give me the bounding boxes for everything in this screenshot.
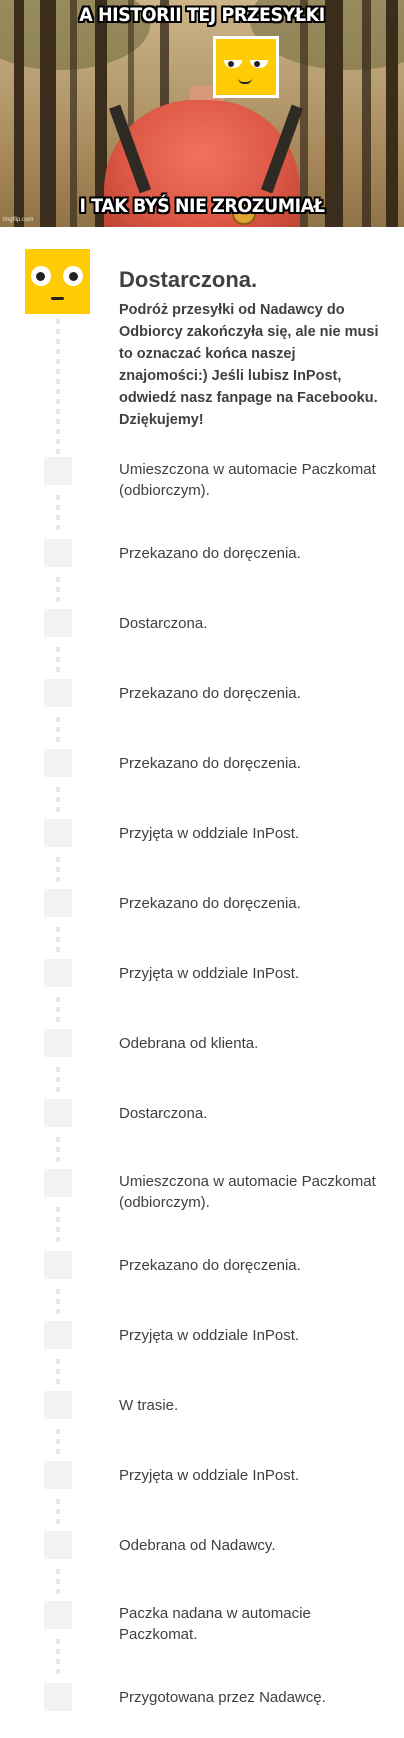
timeline-connector — [56, 1289, 60, 1319]
status-marker-icon — [44, 1531, 72, 1559]
event-status-text: Przekazano do doręczenia. — [119, 895, 301, 912]
timeline-connector — [56, 1429, 60, 1459]
timeline-connector — [56, 997, 60, 1027]
status-marker-icon — [44, 1169, 72, 1197]
event-status-text: Przygotowana przez Nadawcę. — [119, 1689, 326, 1706]
watermark: imgflip.com — [3, 217, 34, 223]
status-marker-icon — [44, 1251, 72, 1279]
event-status-text: Przyjęta w oddziale InPost. — [119, 825, 300, 842]
status-marker-icon — [44, 749, 72, 777]
meme-top-text: A HISTORII TEJ PRZESYŁKI — [79, 4, 325, 26]
status-marker-icon — [44, 889, 72, 917]
event-status-text: Dostarczona. — [119, 615, 208, 632]
status-marker-icon — [44, 1683, 72, 1711]
event-status-text: Przyjęta w oddziale InPost. — [119, 965, 300, 982]
timeline-connector — [56, 1207, 60, 1247]
event-status-text: Umieszczona w automacie Paczkomat (odbio… — [119, 461, 376, 499]
timeline-connector — [56, 1639, 60, 1679]
status-marker-icon — [44, 819, 72, 847]
status-marker-icon — [44, 1099, 72, 1127]
timeline-connector — [56, 1499, 60, 1529]
event-status-text: Przekazano do doręczenia. — [119, 1257, 301, 1274]
status-marker-icon — [44, 1321, 72, 1349]
timeline-connector — [56, 495, 60, 535]
event-status-text: Przekazano do doręczenia. — [119, 755, 301, 772]
status-marker-icon — [44, 1391, 72, 1419]
timeline-connector — [56, 927, 60, 957]
event-status-text: W trasie. — [119, 1397, 179, 1414]
timeline-connector — [56, 647, 60, 677]
inpost-character-icon — [25, 249, 90, 314]
status-marker-icon — [44, 959, 72, 987]
event-status-text: Odebrana od Nadawcy. — [119, 1537, 276, 1554]
latest-status-description: Podróż przesyłki od Nadawcy do Odbiorcy … — [119, 302, 379, 428]
meme-bottom-text: I TAK BYŚ NIE ZROZUMIAŁ — [79, 195, 325, 217]
status-marker-icon — [44, 457, 72, 485]
event-status-text: Przyjęta w oddziale InPost. — [119, 1327, 300, 1344]
event-status-text: Przekazano do doręczenia. — [119, 685, 301, 702]
timeline-connector — [56, 1359, 60, 1389]
event-status-text: Dostarczona. — [119, 1105, 208, 1122]
status-marker-icon — [44, 679, 72, 707]
inpost-face-mask-icon — [213, 36, 279, 98]
status-marker-icon — [44, 1601, 72, 1629]
event-status-text: Przyjęta w oddziale InPost. — [119, 1467, 300, 1484]
timeline-connector — [56, 1137, 60, 1167]
status-marker-icon — [44, 539, 72, 567]
event-status-text: Paczka nadana w automacie Paczkomat. — [119, 1605, 311, 1643]
timeline-connector — [56, 787, 60, 817]
timeline-connector — [56, 1067, 60, 1097]
latest-status-title: Dostarczona. — [119, 267, 258, 292]
timeline-connector — [56, 717, 60, 747]
status-marker-icon — [44, 1029, 72, 1057]
event-status-text: Umieszczona w automacie Paczkomat (odbio… — [119, 1173, 376, 1211]
meme-image: A HISTORII TEJ PRZESYŁKI I TAK BYŚ NIE Z… — [0, 0, 404, 227]
event-status-text: Przekazano do doręczenia. — [119, 545, 301, 562]
status-marker-icon — [44, 609, 72, 637]
timeline-connector — [56, 577, 60, 607]
timeline-connector — [56, 857, 60, 887]
status-marker-icon — [44, 1461, 72, 1489]
event-status-text: Odebrana od klienta. — [119, 1035, 259, 1052]
timeline-connector — [56, 1569, 60, 1599]
